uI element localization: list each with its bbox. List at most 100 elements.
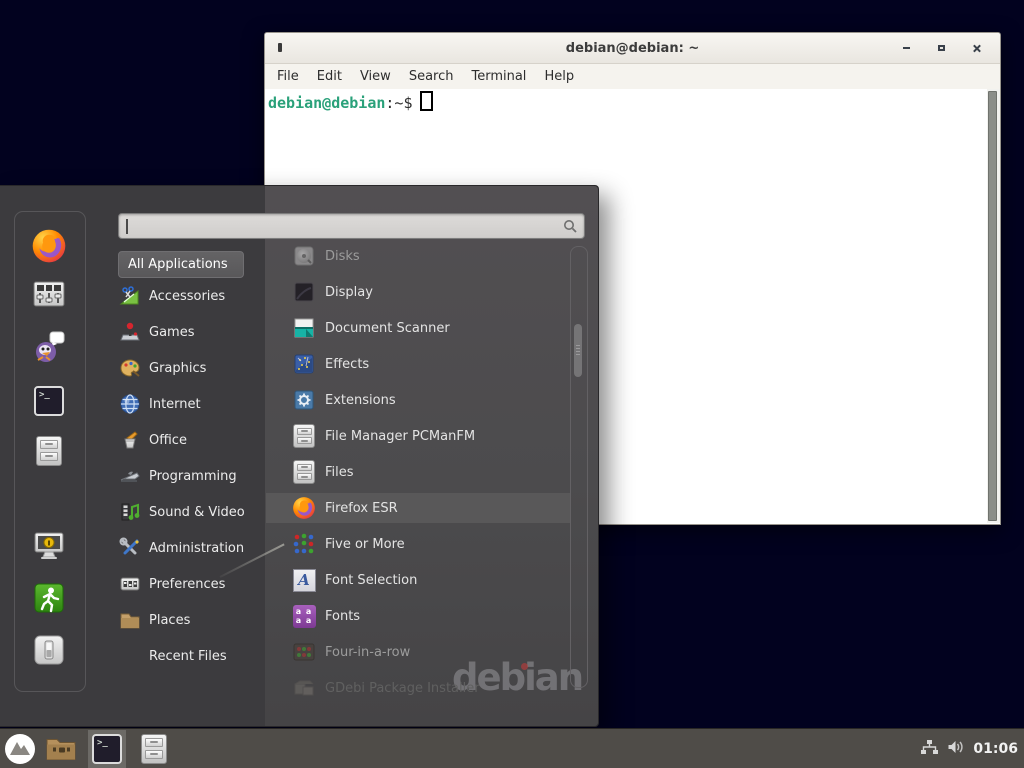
favorite-audio-mixer[interactable] bbox=[14, 281, 84, 307]
category-accessories[interactable]: Accessories bbox=[118, 282, 264, 310]
file-manager-desktop-button[interactable] bbox=[41, 730, 81, 768]
close-icon bbox=[972, 44, 981, 53]
terminal-cursor bbox=[420, 91, 433, 111]
category-sound-video[interactable]: Sound & Video bbox=[118, 498, 264, 526]
maximize-button[interactable] bbox=[933, 40, 949, 56]
app-label: File Manager PCManFM bbox=[325, 429, 475, 444]
category-label: Graphics bbox=[149, 361, 206, 376]
minimize-icon bbox=[903, 47, 910, 49]
app-list-scrollbar-thumb[interactable] bbox=[574, 324, 582, 377]
category-label: Internet bbox=[149, 397, 201, 412]
minimize-button[interactable] bbox=[898, 40, 914, 56]
app-item-four-in-a-row[interactable]: Four-in-a-row bbox=[266, 637, 570, 667]
lock-screen-button[interactable] bbox=[14, 530, 84, 562]
app-list-scrollbar[interactable] bbox=[570, 246, 588, 688]
application-menu: debian bbox=[0, 185, 599, 727]
menu-terminal[interactable]: Terminal bbox=[462, 69, 535, 84]
pidgin-icon bbox=[32, 330, 66, 364]
category-places[interactable]: Places bbox=[118, 606, 264, 634]
terminal-taskbar-button[interactable] bbox=[88, 730, 126, 768]
category-label: Preferences bbox=[149, 577, 225, 592]
terminal-scrollbar[interactable] bbox=[987, 89, 1000, 523]
category-recent-files[interactable]: Recent Files bbox=[118, 642, 264, 670]
four-in-a-row-icon bbox=[292, 640, 316, 664]
app-label: Display bbox=[325, 285, 373, 300]
category-all-applications[interactable]: All Applications bbox=[118, 251, 244, 278]
category-games[interactable]: Games bbox=[118, 318, 264, 346]
category-label: All Applications bbox=[128, 257, 228, 272]
category-programming[interactable]: Programming bbox=[118, 462, 264, 490]
menu-search[interactable]: Search bbox=[400, 69, 463, 84]
category-label: Sound & Video bbox=[149, 505, 245, 520]
prompt-user-host: debian@debian bbox=[268, 94, 385, 112]
category-label: Recent Files bbox=[149, 649, 227, 664]
favorite-terminal[interactable] bbox=[14, 386, 84, 416]
file-manager-taskbar-button[interactable] bbox=[134, 730, 174, 768]
log-out-icon bbox=[34, 583, 64, 613]
app-item-disks[interactable]: Disks bbox=[266, 241, 570, 271]
app-item-firefox-esr[interactable]: Firefox ESR bbox=[266, 493, 570, 523]
sound-video-icon bbox=[118, 500, 142, 524]
app-item-files[interactable]: Files bbox=[266, 457, 570, 487]
lock-screen-icon bbox=[32, 530, 66, 562]
firefox-icon bbox=[31, 228, 67, 264]
app-item-gdebi-package-installer[interactable]: GDebi Package Installer bbox=[266, 673, 570, 703]
file-cabinet-icon bbox=[292, 460, 316, 484]
search-input[interactable] bbox=[118, 213, 585, 239]
terminal-icon bbox=[34, 386, 64, 416]
shut-down-button[interactable] bbox=[14, 634, 84, 666]
app-label: Document Scanner bbox=[325, 321, 450, 336]
places-icon bbox=[118, 608, 142, 632]
menu-help[interactable]: Help bbox=[535, 69, 583, 84]
favorite-pidgin[interactable] bbox=[14, 330, 84, 364]
category-label: Programming bbox=[149, 469, 237, 484]
app-item-file-manager-pcmanfm[interactable]: File Manager PCManFM bbox=[266, 421, 570, 451]
terminal-scrollbar-thumb[interactable] bbox=[988, 91, 997, 521]
app-item-five-or-more[interactable]: Five or More bbox=[266, 529, 570, 559]
category-preferences[interactable]: Preferences bbox=[118, 570, 264, 598]
category-office[interactable]: Office bbox=[118, 426, 264, 454]
internet-icon bbox=[118, 392, 142, 416]
app-item-extensions[interactable]: Extensions bbox=[266, 385, 570, 415]
display-icon bbox=[292, 280, 316, 304]
app-label: Firefox ESR bbox=[325, 501, 398, 516]
app-label: Font Selection bbox=[325, 573, 417, 588]
window-controls bbox=[898, 33, 984, 63]
log-out-button[interactable] bbox=[14, 583, 84, 613]
category-internet[interactable]: Internet bbox=[118, 390, 264, 418]
menu-view[interactable]: View bbox=[351, 69, 400, 84]
search-icon bbox=[563, 219, 578, 238]
app-item-display[interactable]: Display bbox=[266, 277, 570, 307]
app-item-fonts[interactable]: Fonts bbox=[266, 601, 570, 631]
volume-icon[interactable] bbox=[946, 739, 965, 759]
close-button[interactable] bbox=[968, 40, 984, 56]
app-item-font-selection[interactable]: Font Selection bbox=[266, 565, 570, 595]
taskbar: 01:06 bbox=[0, 728, 1024, 768]
terminal-titlebar[interactable]: debian@debian: ~ bbox=[265, 33, 1000, 64]
category-label: Places bbox=[149, 613, 190, 628]
app-item-document-scanner[interactable]: Document Scanner bbox=[266, 313, 570, 343]
programming-icon bbox=[118, 464, 142, 488]
taskbar-clock[interactable]: 01:06 bbox=[973, 741, 1018, 757]
menu-edit[interactable]: Edit bbox=[308, 69, 351, 84]
app-label: Extensions bbox=[325, 393, 396, 408]
text-caret bbox=[126, 219, 128, 234]
app-label: Four-in-a-row bbox=[325, 645, 410, 660]
category-graphics[interactable]: Graphics bbox=[118, 354, 264, 382]
category-label: Accessories bbox=[149, 289, 225, 304]
favorite-file-manager[interactable] bbox=[14, 436, 84, 466]
file-cabinet-icon bbox=[141, 734, 167, 764]
gdebi-icon bbox=[292, 676, 316, 700]
favorite-firefox[interactable] bbox=[14, 228, 84, 264]
extensions-icon bbox=[292, 388, 316, 412]
category-label: Administration bbox=[149, 541, 244, 556]
administration-icon bbox=[118, 536, 142, 560]
category-administration[interactable]: Administration bbox=[118, 534, 264, 562]
games-icon bbox=[118, 320, 142, 344]
app-item-effects[interactable]: Effects bbox=[266, 349, 570, 379]
graphics-icon bbox=[118, 356, 142, 380]
network-icon[interactable] bbox=[920, 739, 938, 759]
applications-menu-button[interactable] bbox=[1, 730, 39, 768]
menu-file[interactable]: File bbox=[268, 69, 308, 84]
terminal-icon bbox=[92, 734, 122, 764]
